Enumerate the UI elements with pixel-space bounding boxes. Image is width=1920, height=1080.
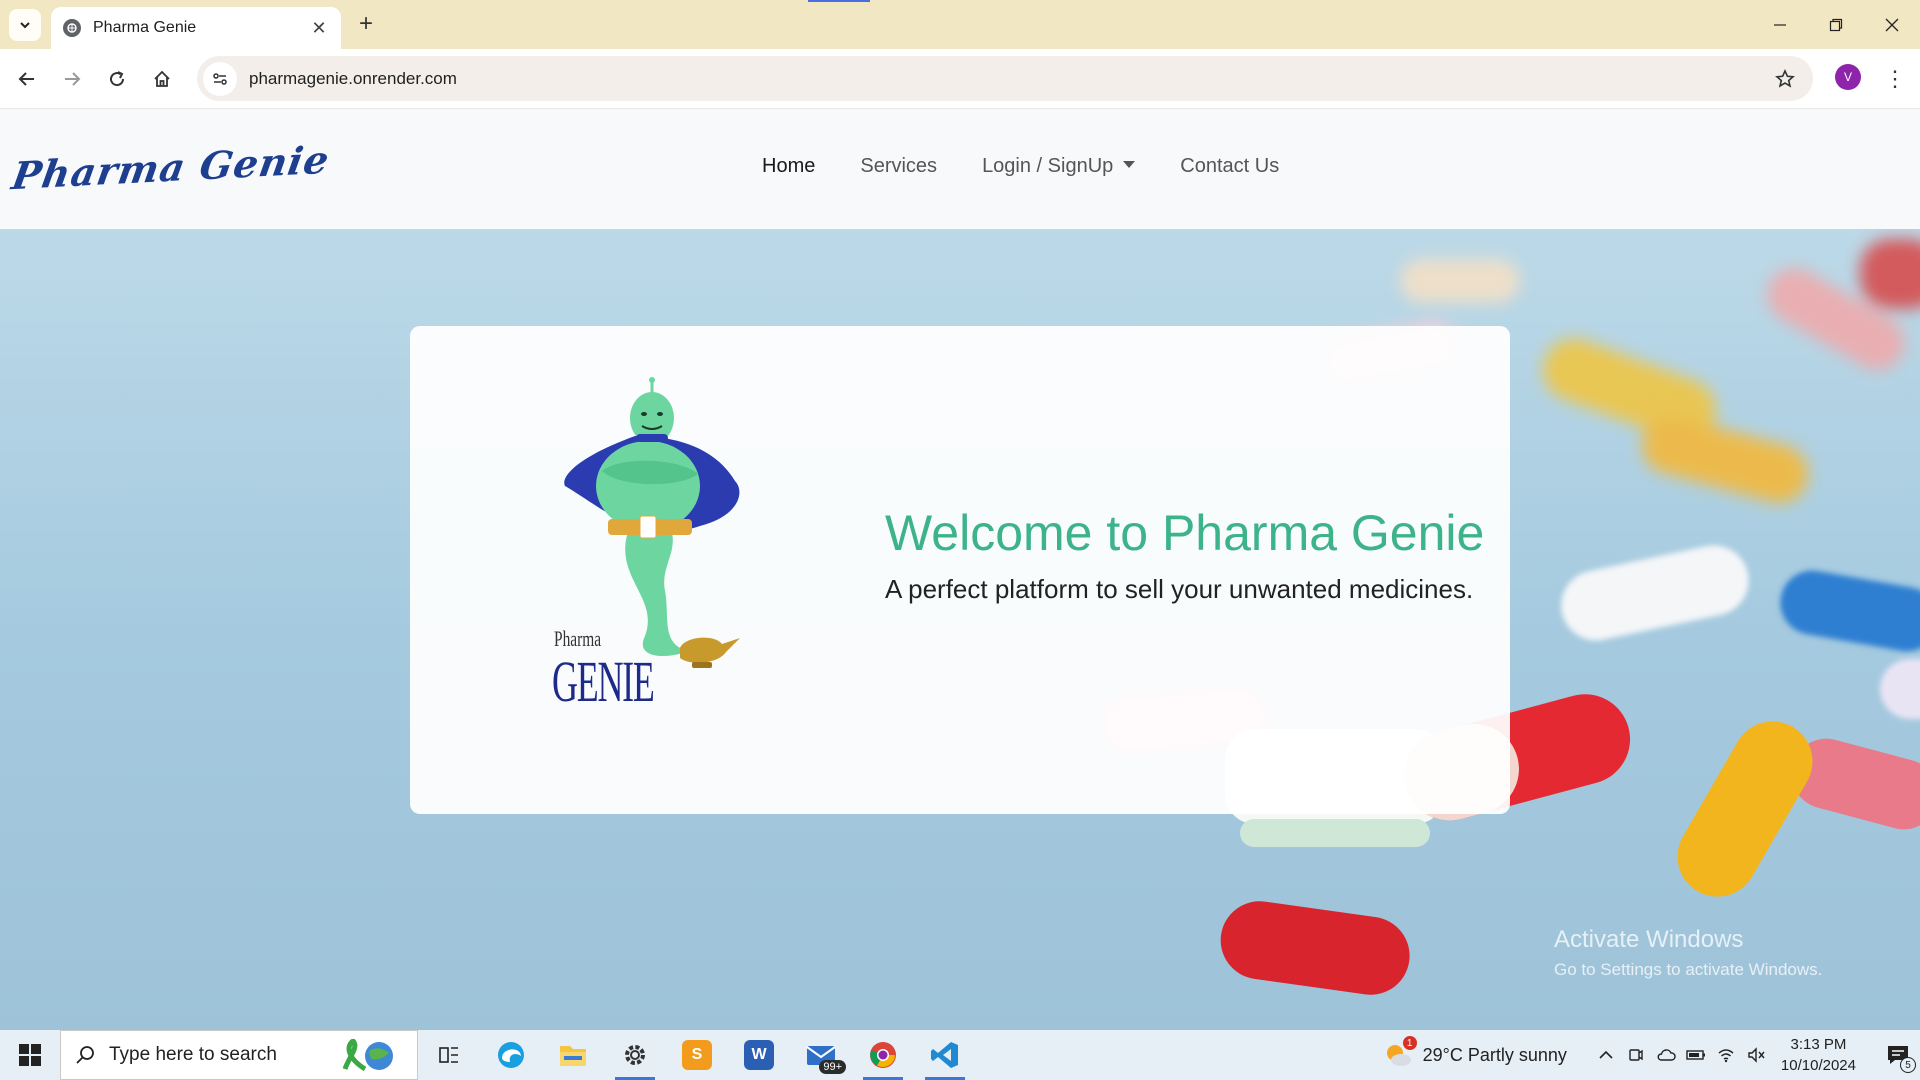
close-window-button[interactable]	[1864, 0, 1920, 49]
taskbar-app-sublime[interactable]: S	[666, 1030, 728, 1080]
task-view-icon	[439, 1047, 458, 1063]
search-icon	[76, 1046, 94, 1064]
taskbar-app-vscode[interactable]	[914, 1030, 976, 1080]
url-text[interactable]: pharmagenie.onrender.com	[249, 69, 1765, 89]
onedrive-cloud-icon[interactable]	[1651, 1040, 1681, 1070]
weather-alert-badge: 1	[1402, 1036, 1417, 1050]
restore-button[interactable]	[1808, 0, 1864, 49]
arrow-right-icon	[65, 72, 81, 86]
task-view-button[interactable]	[418, 1030, 480, 1080]
close-icon	[1885, 18, 1899, 31]
browser-tab-active[interactable]: Pharma Genie ✕	[51, 7, 341, 49]
bookmark-star-icon[interactable]	[1765, 59, 1805, 99]
back-button[interactable]	[10, 62, 44, 96]
activate-windows-subtitle: Go to Settings to activate Windows.	[1554, 960, 1823, 979]
clock-date: 10/10/2024	[1780, 1057, 1856, 1074]
taskbar-app-word[interactable]: W	[728, 1030, 790, 1080]
taskbar-app-settings[interactable]	[604, 1030, 666, 1080]
show-hidden-icons-icon[interactable]	[1591, 1040, 1621, 1070]
hero-section: Pharma GENIE Welcome to Pharma Genie A p…	[0, 229, 1920, 1030]
window-controls	[1752, 0, 1920, 49]
welcome-heading: Welcome to Pharma Genie	[885, 505, 1485, 561]
browser-tab-bar: Pharma Genie ✕ +	[0, 0, 1920, 49]
taskbar-app-mail[interactable]: 99+	[790, 1030, 852, 1080]
welcome-card: Pharma GENIE Welcome to Pharma Genie A p…	[410, 326, 1510, 814]
site-info-icon[interactable]	[203, 61, 237, 96]
tab-title: Pharma Genie	[93, 19, 197, 36]
search-placeholder: Type here to search	[109, 1044, 277, 1065]
reload-icon	[110, 71, 125, 87]
home-button[interactable]	[145, 62, 179, 96]
taskbar-app-chrome[interactable]	[852, 1030, 914, 1080]
partly-sunny-icon: 1	[1383, 1036, 1417, 1070]
browser-toolbar: pharmagenie.onrender.com V ⋮	[0, 49, 1920, 109]
sublime-text-icon: S	[682, 1040, 712, 1070]
nav-services[interactable]: Services	[860, 155, 937, 178]
folder-icon	[560, 1046, 586, 1066]
taskbar-app-file-explorer[interactable]	[542, 1030, 604, 1080]
reload-button[interactable]	[100, 62, 134, 96]
tab-search-button[interactable]	[9, 9, 41, 41]
nav-login-signup-dropdown[interactable]: Login / SignUp	[982, 155, 1136, 178]
weather-widget[interactable]: 1 29°C Partly sunny	[1383, 1036, 1567, 1070]
profile-avatar[interactable]: V	[1835, 64, 1861, 90]
browser-menu-icon[interactable]: ⋮	[1880, 62, 1910, 96]
genie-label-bottom: GENIE	[552, 649, 655, 714]
new-tab-button[interactable]: +	[352, 10, 380, 38]
start-button[interactable]	[0, 1030, 60, 1080]
vscode-icon	[931, 1042, 958, 1068]
system-tray: 1 29°C Partly sunny 3:13 PM 10/10/2024 5	[1383, 1030, 1920, 1080]
nav-home[interactable]: Home	[762, 155, 815, 178]
minimize-icon	[1774, 23, 1786, 26]
chevron-down-icon	[20, 22, 30, 29]
main-navigation: Home Services Login / SignUp Contact Us	[762, 155, 1324, 178]
taskbar-search-box[interactable]: Type here to search	[60, 1030, 418, 1080]
word-icon: W	[744, 1040, 774, 1070]
battery-icon[interactable]	[1681, 1040, 1711, 1070]
forward-button[interactable]	[55, 62, 89, 96]
search-highlight-icon	[335, 1037, 405, 1073]
activate-windows-title: Activate Windows	[1554, 926, 1744, 953]
weather-text: 29°C Partly sunny	[1422, 1044, 1567, 1065]
volume-muted-icon[interactable]	[1741, 1040, 1771, 1070]
arrow-left-icon	[18, 72, 34, 86]
minimize-button[interactable]	[1752, 0, 1808, 49]
welcome-tagline: A perfect platform to sell your unwanted…	[885, 574, 1474, 604]
genie-mascot-image: Pharma GENIE	[540, 376, 770, 716]
meet-now-icon[interactable]	[1621, 1040, 1651, 1070]
edge-icon	[498, 1042, 524, 1068]
nav-login-label: Login / SignUp	[982, 155, 1114, 177]
restore-icon	[1829, 18, 1843, 31]
nav-contact[interactable]: Contact Us	[1180, 155, 1279, 178]
notification-count-badge: 5	[1900, 1057, 1916, 1073]
clock-time: 3:13 PM	[1790, 1036, 1847, 1053]
site-logo[interactable]: Pharma Genie	[9, 137, 333, 198]
chrome-icon	[870, 1042, 896, 1068]
home-icon	[154, 70, 170, 87]
site-header: Pharma Genie Home Services Login / SignU…	[0, 109, 1920, 229]
close-tab-icon[interactable]: ✕	[309, 18, 329, 38]
windows-taskbar: Type here to search S W 99+ 1 29°C Partl…	[0, 1030, 1920, 1080]
taskbar-clock[interactable]: 3:13 PM 10/10/2024	[1781, 1034, 1856, 1076]
wifi-icon[interactable]	[1711, 1040, 1741, 1070]
globe-icon	[63, 19, 81, 37]
mail-unread-badge: 99+	[819, 1060, 846, 1074]
windows-logo-icon	[19, 1044, 41, 1066]
loading-indicator	[808, 0, 870, 2]
caret-down-icon	[1123, 161, 1136, 169]
notification-center-button[interactable]: 5	[1876, 1030, 1920, 1080]
address-bar[interactable]: pharmagenie.onrender.com	[197, 56, 1813, 101]
taskbar-app-edge[interactable]	[480, 1030, 542, 1080]
gear-icon	[625, 1045, 645, 1065]
